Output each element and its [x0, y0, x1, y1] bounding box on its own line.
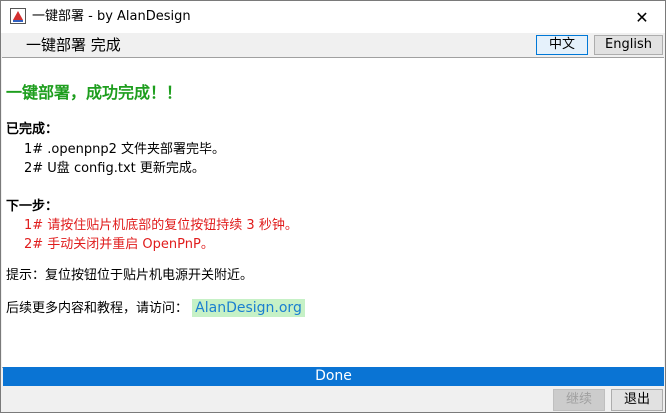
next-step-item: 2# 手动关闭并重启 OpenPnP。: [24, 237, 214, 252]
progress-label: Done: [315, 368, 352, 384]
completed-item: 2# U盘 config.txt 更新完成。: [24, 161, 205, 176]
title-bar: 一键部署 - by AlanDesign ✕: [1, 1, 665, 33]
content-panel: 一键部署，成功完成！！ 已完成： 1# .openpnp2 文件夹部署完毕。 2…: [2, 57, 664, 368]
english-language-button[interactable]: English: [594, 35, 663, 55]
website-link[interactable]: AlanDesign.org: [192, 299, 305, 317]
close-icon: ✕: [635, 7, 649, 27]
chinese-language-button[interactable]: 中文: [536, 35, 588, 55]
main-window: 一键部署 - by AlanDesign ✕ 一键部署 完成 中文 Englis…: [0, 0, 666, 413]
exit-button[interactable]: 退出: [611, 389, 663, 411]
close-button[interactable]: ✕: [619, 1, 665, 33]
hint-text: 提示：复位按钮位于贴片机电源开关附近。: [6, 268, 254, 283]
completed-item: 1# .openpnp2 文件夹部署完毕。: [24, 142, 226, 157]
header-bar: 一键部署 完成 中文 English: [1, 33, 665, 57]
next-step-item: 1# 请按住贴片机底部的复位按钮持续 3 秒钟。: [24, 218, 298, 233]
visit-line: 后续更多内容和教程，请访问： AlanDesign.org: [6, 298, 305, 319]
progress-bar: Done: [3, 367, 664, 386]
continue-button[interactable]: 继续: [553, 389, 605, 411]
next-step-title: 下一步：: [6, 199, 59, 214]
app-icon: [10, 8, 26, 24]
window-title: 一键部署 - by AlanDesign: [32, 9, 191, 24]
page-title: 一键部署 完成: [26, 36, 121, 54]
completed-title: 已完成：: [6, 122, 59, 137]
visit-text: 后续更多内容和教程，请访问：: [6, 301, 189, 316]
success-heading: 一键部署，成功完成！！: [6, 83, 183, 102]
